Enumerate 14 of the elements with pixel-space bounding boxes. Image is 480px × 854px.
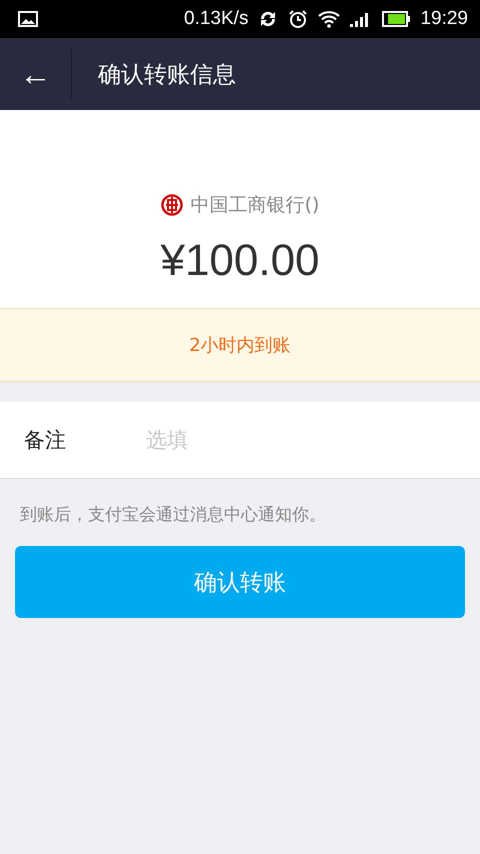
- page-title: 确认转账信息: [98, 60, 236, 90]
- battery-icon: [382, 11, 410, 27]
- alarm-icon: [288, 9, 308, 29]
- remark-label: 备注: [24, 427, 67, 454]
- gallery-icon: [18, 11, 38, 27]
- clock: 19:29: [420, 8, 468, 30]
- wifi-icon: [318, 10, 340, 28]
- bank-logo-icon: [160, 194, 183, 216]
- arrival-notice: 2小时内到账: [0, 308, 480, 382]
- bank-name: 中国工商银行(): [190, 193, 320, 218]
- network-speed: 0.13K/s: [184, 8, 248, 30]
- back-button[interactable]: ←: [0, 49, 72, 99]
- transfer-amount: ¥100.00: [160, 236, 320, 286]
- notification-hint: 到账后，支付宝会通过消息中心通知你。: [20, 504, 327, 526]
